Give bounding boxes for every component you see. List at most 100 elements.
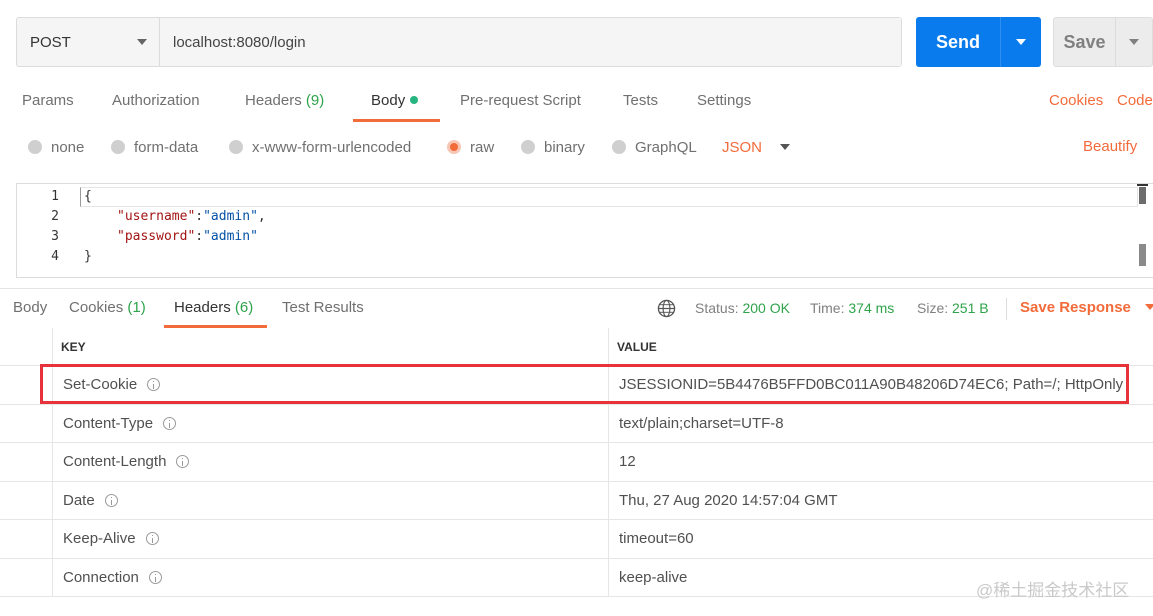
method-select[interactable]: POST [17, 18, 160, 66]
chevron-down-icon [1129, 39, 1139, 45]
radio-form-data[interactable]: form-data [111, 132, 198, 162]
editor-line: 4 } [17, 247, 1153, 267]
info-icon[interactable] [104, 493, 118, 507]
radio-urlencoded-label: x-www-form-urlencoded [252, 138, 412, 156]
current-line-highlight [80, 187, 1138, 207]
json-colon: : [195, 229, 204, 244]
tab-headers[interactable]: Headers (9) [245, 86, 324, 122]
code-editor[interactable]: 1 { 2 "username":"admin", 3 "password":"… [16, 183, 1153, 278]
scrollbar-thumb-top[interactable] [1139, 187, 1146, 204]
response-tab-cookies[interactable]: Cookies (1) [69, 290, 146, 328]
column-header-key: KEY [53, 328, 609, 365]
scrollbar-thumb-bottom[interactable] [1139, 244, 1146, 266]
response-tab-body[interactable]: Body [13, 290, 47, 328]
time-label: Time: [810, 300, 845, 316]
send-button[interactable]: Send [916, 17, 1041, 67]
chevron-down-icon [1145, 304, 1153, 310]
table-gutter [0, 443, 53, 481]
table-gutter [0, 520, 53, 558]
column-header-value: VALUE [617, 339, 657, 354]
header-value[interactable]: JSESSIONID=5B4476B5FFD0BC011A90B48206D74… [609, 366, 1153, 404]
radio-selected-icon [447, 140, 461, 154]
radio-circle-icon [521, 140, 535, 154]
json-value: "admin" [203, 229, 258, 244]
json-comma: , [257, 209, 266, 224]
radio-urlencoded[interactable]: x-www-form-urlencoded [229, 132, 411, 162]
line-number: 1 [51, 189, 59, 204]
status-value: 200 OK [742, 300, 790, 316]
radio-circle-icon [612, 140, 626, 154]
size-label: Size: [917, 300, 949, 316]
tab-body[interactable]: Body [352, 86, 441, 122]
radio-none[interactable]: none [28, 132, 84, 162]
size-value: 251 B [952, 300, 989, 316]
status-label: Status: [695, 300, 739, 316]
language-select[interactable]: JSON [722, 132, 791, 162]
table-gutter [0, 558, 53, 596]
header-key-text: Date [63, 491, 95, 509]
save-dropdown-button[interactable] [1115, 18, 1152, 66]
info-icon[interactable] [145, 532, 159, 546]
line-number: 3 [51, 229, 59, 244]
editor-line: 3 "password":"admin" [17, 227, 1153, 247]
send-label: Send [935, 31, 980, 52]
radio-binary[interactable]: binary [521, 132, 585, 162]
save-response-label: Save Response [1020, 299, 1131, 316]
save-label: Save [1063, 31, 1106, 52]
radio-raw[interactable]: raw [447, 132, 494, 162]
tab-params[interactable]: Params [22, 86, 74, 122]
scrollbar-cap [1137, 184, 1148, 186]
radio-graphql[interactable]: GraphQL [612, 132, 697, 162]
header-value[interactable]: 12 [609, 443, 1153, 481]
table-gutter [0, 366, 53, 404]
editor-line: 2 "username":"admin", [17, 207, 1153, 227]
info-icon[interactable] [163, 416, 177, 430]
radio-binary-label: binary [544, 138, 585, 156]
header-key-text: Content-Length [63, 453, 167, 471]
request-tabs: Params Authorization Headers (9) Body Pr… [0, 86, 1153, 122]
table-gutter [0, 328, 53, 365]
header-value[interactable]: text/plain;charset=UTF-8 [609, 405, 1153, 443]
editor-scrollbar[interactable] [1137, 184, 1148, 277]
save-button[interactable]: Save [1053, 17, 1153, 67]
radio-circle-icon [111, 140, 125, 154]
editor-line: 1 { [17, 187, 1153, 207]
code-link[interactable]: Code [1117, 86, 1153, 116]
tab-tests[interactable]: Tests [623, 86, 658, 122]
watermark: @稀土掘金技术社区 [976, 581, 1130, 600]
response-tab-headers[interactable]: Headers (6) [163, 290, 268, 328]
radio-form-data-label: form-data [134, 138, 199, 156]
tab-settings[interactable]: Settings [697, 86, 751, 122]
line-number: 4 [51, 249, 59, 264]
radio-graphql-label: GraphQL [635, 138, 697, 156]
header-value[interactable]: timeout=60 [609, 520, 1153, 558]
time-value: 374 ms [848, 300, 895, 316]
code-text: "password":"admin" [117, 227, 258, 247]
line-number: 2 [51, 209, 59, 224]
tab-authorization[interactable]: Authorization [112, 86, 200, 122]
header-value[interactable]: Thu, 27 Aug 2020 14:57:04 GMT [609, 482, 1153, 520]
response-tab-test-results[interactable]: Test Results [282, 290, 364, 328]
header-key: Content-Type [53, 404, 609, 442]
json-colon: : [195, 209, 204, 224]
globe-icon[interactable] [657, 299, 676, 318]
header-key: Date [53, 481, 609, 519]
language-label: JSON [722, 138, 763, 156]
info-icon[interactable] [176, 455, 190, 469]
table-row: Date Thu, 27 Aug 2020 14:57:04 GMT [0, 481, 1153, 520]
beautify-link[interactable]: Beautify [1083, 132, 1137, 162]
cookies-link[interactable]: Cookies [1049, 86, 1103, 116]
table-row: Content-Type text/plain;charset=UTF-8 [0, 404, 1153, 443]
status-readout: Status: 200 OK [695, 290, 790, 328]
json-key: "username" [117, 209, 196, 224]
info-icon[interactable] [148, 570, 162, 584]
send-dropdown-button[interactable] [1000, 17, 1041, 67]
tab-pre-request-script[interactable]: Pre-request Script [460, 86, 581, 122]
table-gutter [0, 404, 53, 442]
save-response-button[interactable]: Save Response [1020, 290, 1153, 328]
tab-body-label: Body [371, 92, 406, 109]
code-text: "username":"admin", [117, 207, 266, 227]
status-dot-icon [410, 96, 419, 104]
url-input[interactable]: localhost:8080/login [160, 18, 901, 66]
info-icon[interactable] [147, 378, 161, 392]
